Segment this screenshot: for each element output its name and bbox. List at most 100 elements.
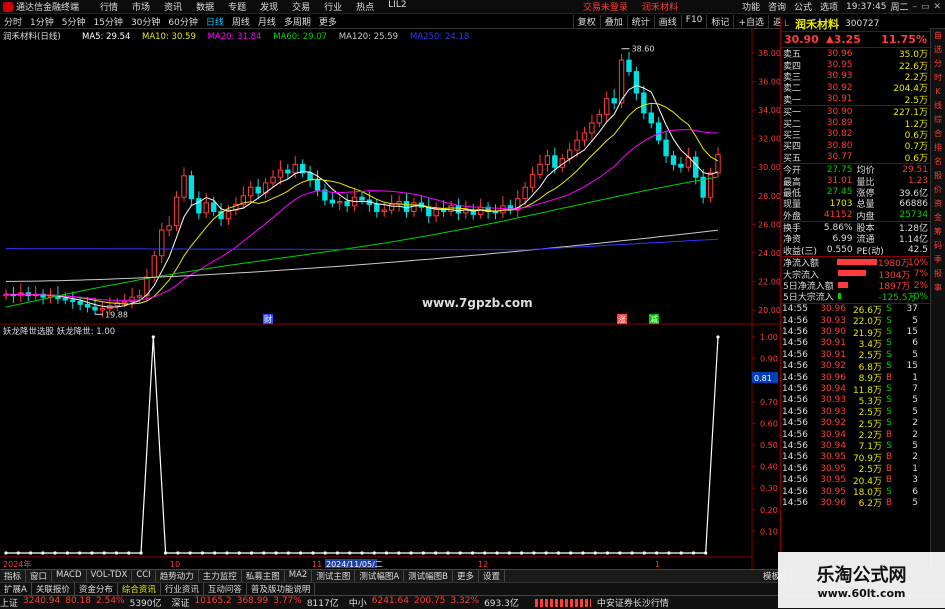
candle-body[interactable] [277,169,284,178]
menu-item[interactable]: 发现 [253,0,285,13]
candle-body[interactable] [596,113,603,124]
candle-body[interactable] [411,202,417,212]
period-tab[interactable]: 多周期 [280,15,315,28]
candle-body[interactable] [92,306,98,311]
candle-body[interactable] [522,186,528,200]
candle-body[interactable] [77,300,83,305]
side-function-button[interactable]: 综 [931,113,945,127]
info-tab[interactable]: 行业资讯 [161,583,204,595]
candle-body[interactable] [381,209,387,212]
menu-item[interactable]: 专题 [221,0,253,13]
chart-toolbar-button[interactable]: 标记 [706,14,733,28]
chart-toolbar-button[interactable]: 叠加 [599,14,627,28]
indicator-tab[interactable]: CCI [132,570,156,582]
candle-body[interactable] [188,175,195,200]
side-function-button[interactable]: 自 [931,29,945,43]
tick-trades-list[interactable]: 14:55 30.96 26.6万 S 37 14:56 30.93 22.0万 S 5 14:56… [781,304,930,509]
candle-body[interactable] [604,98,610,115]
side-function-button[interactable]: 选 [931,43,945,57]
side-function-button[interactable]: 报 [931,267,945,281]
candle-body[interactable] [663,139,669,157]
candle-body[interactable] [581,132,588,141]
info-tab[interactable]: 互动问答 [204,583,247,595]
chart-toolbar-button[interactable]: F10 [680,14,707,28]
candle-body[interactable] [210,202,217,212]
candle-body[interactable] [448,205,454,212]
side-function-button[interactable]: 资 [931,197,945,211]
candle-body[interactable] [285,169,291,174]
candle-body[interactable] [374,203,380,212]
period-tab[interactable]: 15分钟 [89,15,126,28]
info-tab[interactable]: 资金分布 [75,583,118,595]
chart-area[interactable]: 润禾材料(日线) MA5: 29.54 MA10: 30.59 MA20: 31.84… [0,29,780,569]
candle-body[interactable] [151,255,158,278]
menu-item[interactable]: 交易 [285,0,317,13]
candle-body[interactable] [552,155,558,168]
index-ticker[interactable]: 深证 10165.2 368.99 3.77% 8117亿 [172,596,339,609]
candle-body[interactable] [574,139,580,151]
side-function-button[interactable]: 分 [931,57,945,71]
candle-body[interactable] [641,92,647,114]
candle-body[interactable] [181,175,187,198]
candle-body[interactable] [203,202,209,214]
candle-body[interactable] [403,200,410,212]
candle-body[interactable] [166,225,172,231]
info-tab[interactable]: 普及版功能说明 [247,583,316,595]
stock-name-link[interactable]: 润禾材料 [642,0,678,13]
side-function-button[interactable]: K [931,85,945,99]
candle-body[interactable] [500,205,506,214]
candle-body[interactable] [611,98,617,104]
side-function-button[interactable]: 季 [931,253,945,267]
candle-body[interactable] [70,299,76,302]
candle-body[interactable] [388,203,395,211]
chart-toolbar-button[interactable]: 统计 [626,14,654,28]
indicator-tab[interactable]: 主力监控 [199,570,242,582]
indicator-tab[interactable]: 测试幅图A [355,570,405,582]
candle-body[interactable] [99,308,106,311]
menu-item[interactable]: 行情 [93,0,125,13]
indicator-tab[interactable]: 私募主图 [242,570,285,582]
index-ticker[interactable]: 上证 3240.94 80.18 2.54% 5390亿 [0,596,162,609]
side-function-button[interactable]: 排 [931,141,945,155]
side-function-button[interactable]: 事 [931,281,945,295]
candle-body[interactable] [121,300,128,304]
candle-body[interactable] [618,59,625,104]
candle-body[interactable] [62,298,69,301]
candle-body[interactable] [136,295,143,298]
period-tab[interactable]: 更多 [315,15,341,28]
period-tab[interactable]: 月线 [254,15,280,28]
window-controls[interactable]: –▭✕ [912,2,945,12]
side-function-button[interactable]: 线 [931,99,945,113]
period-tab[interactable]: 5分钟 [58,15,90,28]
indicator-tab[interactable]: MACD [52,570,87,582]
candle-body[interactable] [715,153,721,174]
candle-body[interactable] [529,173,536,188]
candle-body[interactable] [566,149,573,160]
indicator-tab[interactable]: 设置 [479,570,506,582]
side-function-button[interactable]: 时 [931,71,945,85]
candle-body[interactable] [455,205,462,214]
chart-toolbar-button[interactable]: +自选 [733,14,768,28]
menu-item[interactable]: 热点 [349,0,381,13]
side-function-button[interactable]: 金 [931,211,945,225]
side-function-button[interactable]: 报 [931,169,945,183]
right-menu-item[interactable]: 公式 [790,0,816,13]
indicator-tab[interactable]: VOL-TDX [87,570,133,582]
side-function-button[interactable]: 名 [931,155,945,169]
candle-body[interactable] [648,112,654,124]
period-tab[interactable]: 周线 [228,15,254,28]
candle-body[interactable] [337,200,343,204]
index-ticker[interactable]: 中小 6241.64 200.75 3.32% 693.3亿 [349,596,519,609]
candle-body[interactable] [159,229,165,257]
indicator-tab[interactable]: 测试主图 [312,570,356,582]
side-function-button[interactable]: 合 [931,127,945,141]
candle-body[interactable] [292,163,298,174]
side-function-button[interactable]: 筹 [931,225,945,239]
candle-body[interactable] [626,59,632,73]
chart-toolbar-button[interactable]: 画线 [653,14,681,28]
period-tab[interactable]: 分时 [0,15,26,28]
candle-body[interactable] [655,122,662,141]
candle-body[interactable] [678,163,684,168]
right-menu-item[interactable]: 选项 [816,0,842,13]
period-tab[interactable]: 1分钟 [26,15,58,28]
